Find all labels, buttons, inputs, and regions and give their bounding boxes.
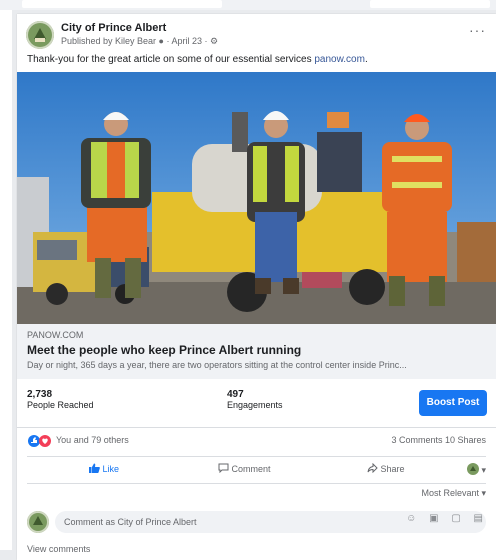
engagements-label: Engagements <box>227 400 283 410</box>
comment-tool-icons[interactable]: ☺ ▣ ▢ ▤ <box>406 513 488 524</box>
link-preview-image[interactable] <box>17 72 496 324</box>
city-crest-icon <box>26 21 54 49</box>
people-reached-label: People Reached <box>27 400 94 410</box>
share-icon <box>367 462 378 474</box>
previous-card-edge-right <box>370 0 490 8</box>
people-reached-stat[interactable]: 2,738 People Reached <box>27 389 94 410</box>
link-title[interactable]: Meet the people who keep Prince Albert r… <box>27 343 301 357</box>
post-meta: Published by Kiley Bear ● · April 23 · ⚙ <box>61 36 219 46</box>
previous-card-edge <box>22 0 222 8</box>
left-panel-edge <box>0 10 12 550</box>
commenter-avatar <box>27 511 49 533</box>
page-avatar[interactable] <box>26 21 54 49</box>
link-description: Day or night, 365 days a year, there are… <box>27 360 407 370</box>
engagements-count: 497 <box>227 389 244 400</box>
link-domain: PANOW.COM <box>27 330 84 340</box>
link-preview[interactable]: PANOW.COM Meet the people who keep Princ… <box>17 324 496 379</box>
post-actions: Like Comment Share ▾ <box>27 456 486 484</box>
caption-text: Thank-you for the great article on some … <box>27 54 315 65</box>
view-comments-link[interactable]: View comments <box>27 544 90 554</box>
share-button[interactable]: Share <box>367 462 405 474</box>
caption-end: . <box>364 54 368 65</box>
comment-icon <box>218 463 229 474</box>
like-label: Like <box>102 464 120 474</box>
top-strip <box>0 0 496 10</box>
engagements-stat[interactable]: 497 Engagements <box>227 389 283 410</box>
workers-photo <box>17 72 496 324</box>
worker-right <box>382 114 452 306</box>
thumbs-up-icon <box>89 463 100 473</box>
comment-label: Comment <box>231 464 271 474</box>
share-label: Share <box>380 464 405 474</box>
page-name[interactable]: City of Prince Albert <box>61 22 166 34</box>
reaction-icons[interactable] <box>27 434 53 448</box>
boost-post-button[interactable]: Boost Post <box>419 390 487 416</box>
post-insights: 2,738 People Reached 497 Engagements Boo… <box>17 379 496 428</box>
comment-composer: Comment as City of Prince Albert ☺ ▣ ▢ ▤ <box>17 508 496 536</box>
people-reached-count: 2,738 <box>27 389 53 400</box>
city-crest-icon <box>27 511 49 533</box>
reactions-summary[interactable]: You and 79 others <box>56 435 129 445</box>
like-button[interactable]: Like <box>89 463 119 474</box>
post-header: City of Prince Albert Published by Kiley… <box>17 14 496 65</box>
more-options-icon[interactable]: ··· <box>469 22 486 38</box>
post-caption: Thank-you for the great article on some … <box>27 54 368 65</box>
post-card: City of Prince Albert Published by Kiley… <box>17 14 496 560</box>
audience-selector-caret: ▾ <box>481 465 487 475</box>
comment-sort-dropdown[interactable]: Most Relevant ▾ <box>421 488 486 499</box>
page-avatar-mini-icon <box>467 463 479 475</box>
reactions-row: You and 79 others 3 Comments 10 Shares <box>17 430 496 452</box>
comment-button[interactable]: Comment <box>218 463 271 474</box>
audience-selector[interactable]: ▾ <box>467 463 486 476</box>
comments-shares-count[interactable]: 3 Comments 10 Shares <box>391 435 486 445</box>
caption-link[interactable]: panow.com <box>314 54 365 65</box>
